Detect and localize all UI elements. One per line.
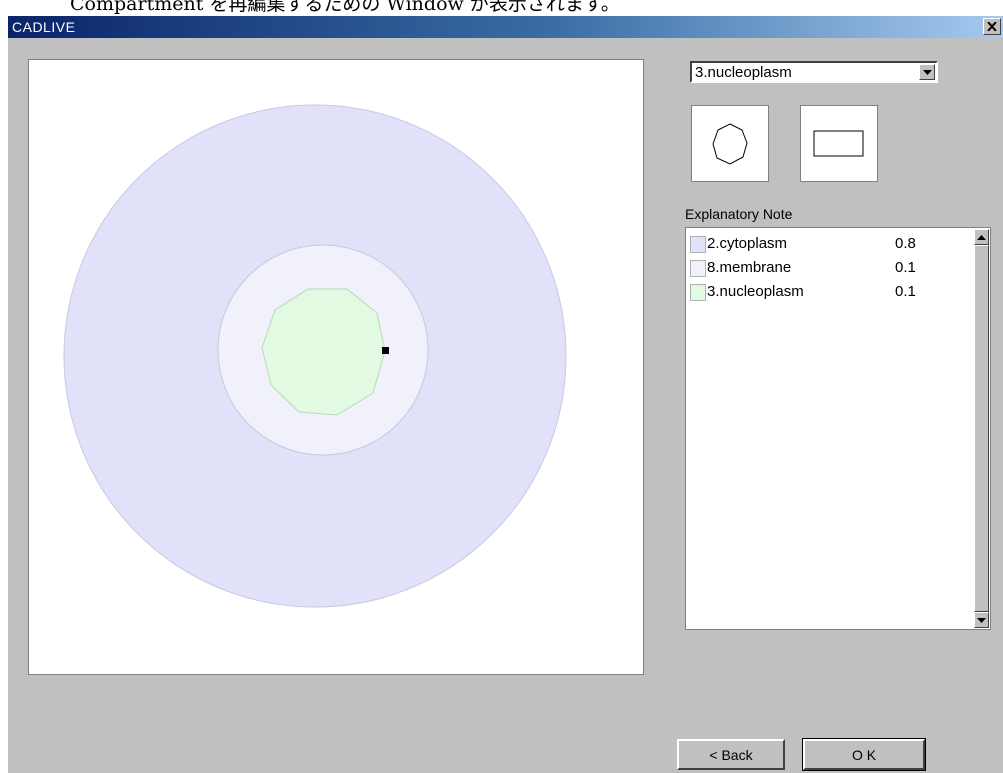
legend-item-name: 3.nucleoplasm xyxy=(707,283,804,300)
vertical-scrollbar[interactable] xyxy=(974,229,989,628)
legend-item-name: 2.cytoplasm xyxy=(707,235,788,252)
selection-handle[interactable] xyxy=(382,347,389,354)
legend-swatch xyxy=(690,284,706,301)
chevron-down-icon xyxy=(922,69,932,75)
circle-shape-icon xyxy=(712,122,748,165)
scroll-thumb[interactable] xyxy=(974,245,989,612)
dropdown-arrow-button[interactable] xyxy=(919,64,935,80)
compartment-dropdown[interactable]: 3.nucleoplasm xyxy=(690,61,938,83)
title-bar[interactable]: CADLIVE xyxy=(8,16,1003,38)
partial-caption-text: Compartment を再編集するための Window が表示されます。 xyxy=(0,0,1003,16)
circle-shape-button[interactable] xyxy=(691,105,769,182)
legend-item-cytoplasm[interactable]: 2.cytoplasm 0.8 xyxy=(690,234,960,254)
explanatory-note-list[interactable]: 2.cytoplasm 0.8 8.membrane 0.1 3.nucleop… xyxy=(685,227,991,630)
caption-text: Compartment を再編集するための Window が表示されます。 xyxy=(70,0,620,15)
scroll-up-button[interactable] xyxy=(974,229,989,245)
rectangle-shape-icon xyxy=(813,130,864,156)
legend-item-membrane[interactable]: 8.membrane 0.1 xyxy=(690,258,960,278)
legend-item-value: 0.8 xyxy=(895,235,916,252)
legend-item-name: 8.membrane xyxy=(707,259,792,276)
close-icon xyxy=(987,22,997,31)
compartment-dropdown-value: 3.nucleoplasm xyxy=(695,64,792,81)
legend-swatch xyxy=(690,260,706,277)
ok-button[interactable]: O K xyxy=(802,738,926,771)
compartment-canvas[interactable] xyxy=(28,59,644,675)
legend-swatch xyxy=(690,236,706,253)
legend-item-value: 0.1 xyxy=(895,259,916,276)
legend-item-nucleoplasm[interactable]: 3.nucleoplasm 0.1 xyxy=(690,282,960,302)
close-button[interactable] xyxy=(983,18,1001,35)
back-button[interactable]: < Back xyxy=(677,739,785,770)
rectangle-shape-button[interactable] xyxy=(800,105,878,182)
window-title: CADLIVE xyxy=(12,19,76,35)
explanatory-note-label: Explanatory Note xyxy=(685,206,793,222)
compartment-drawing xyxy=(63,104,567,608)
scroll-down-button[interactable] xyxy=(974,612,989,628)
chevron-down-icon xyxy=(977,617,986,623)
cadlive-window: CADLIVE 3.nucleoplasm Explanatory Note 2… xyxy=(8,16,1003,773)
legend-item-value: 0.1 xyxy=(895,283,916,300)
chevron-up-icon xyxy=(977,234,986,240)
